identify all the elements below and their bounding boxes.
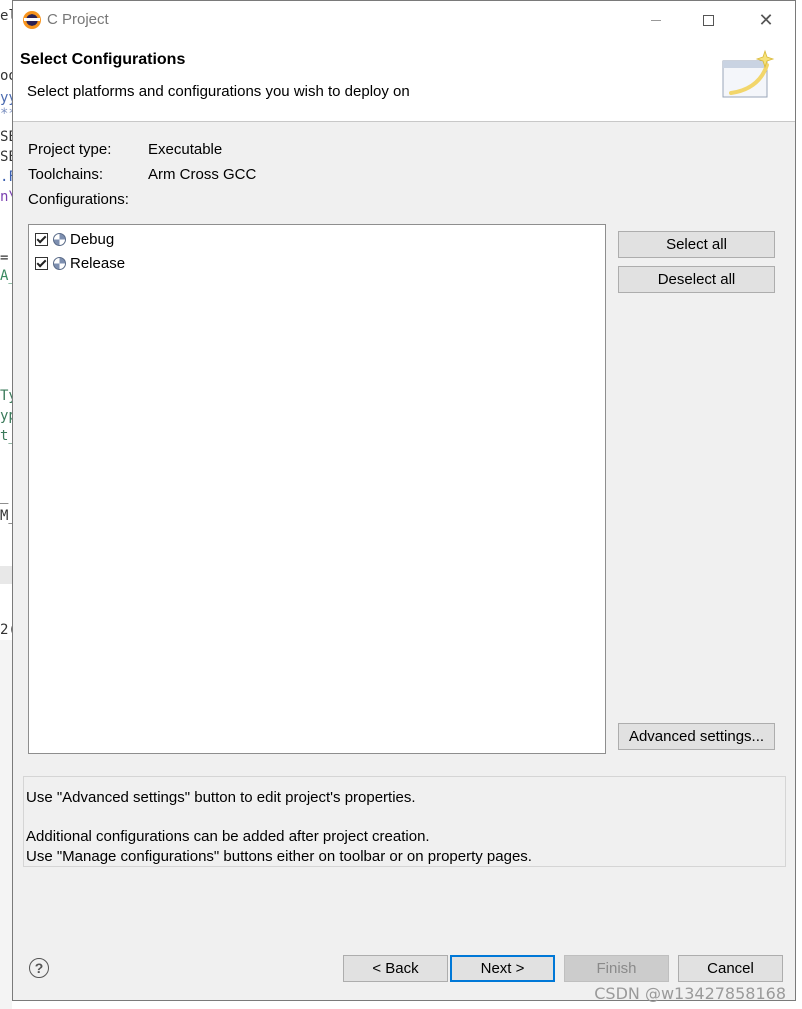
bg-fragment: SE bbox=[0, 149, 12, 165]
maximize-button[interactable] bbox=[685, 5, 731, 35]
bg-fragment: M_ bbox=[0, 508, 12, 524]
bg-fragment: oo bbox=[0, 68, 12, 84]
close-button[interactable]: ✕ bbox=[743, 5, 789, 35]
bg-fragment: ** bbox=[0, 106, 12, 122]
toolchains-label: Toolchains: bbox=[28, 166, 104, 183]
page-description: Select platforms and configurations you … bbox=[27, 83, 410, 100]
page-title: Select Configurations bbox=[20, 51, 186, 68]
configurations-label: Configurations: bbox=[28, 191, 129, 208]
minimize-button[interactable] bbox=[633, 5, 679, 35]
finish-button: Finish bbox=[564, 955, 669, 982]
bg-fragment: = bbox=[0, 250, 9, 266]
debug-checkbox[interactable] bbox=[35, 232, 48, 246]
configurations-list[interactable]: Debug Release bbox=[28, 224, 606, 754]
config-label: Debug bbox=[70, 230, 115, 248]
cancel-button[interactable]: Cancel bbox=[678, 955, 783, 982]
close-icon: ✕ bbox=[758, 10, 774, 30]
wizard-header: Select Configurations Select platforms a… bbox=[13, 39, 795, 122]
bg-fragment: SE bbox=[0, 129, 12, 145]
project-type-label: Project type: bbox=[28, 141, 112, 158]
bg-fragment: t_ bbox=[0, 428, 12, 444]
eclipse-app-icon bbox=[23, 11, 41, 29]
window-title: C Project bbox=[47, 11, 109, 28]
background-editor: el oo yy ** SE SE .F n\ = A_ Ty yp t_ _ … bbox=[0, 0, 12, 1009]
back-button[interactable]: < Back bbox=[343, 955, 448, 982]
title-bar[interactable]: C Project ✕ bbox=[13, 1, 795, 39]
config-item-debug[interactable]: Debug bbox=[35, 228, 114, 250]
c-project-dialog: C Project ✕ Select Configurations Select… bbox=[12, 0, 796, 1001]
bg-fragment: .F bbox=[0, 169, 12, 185]
config-item-release[interactable]: Release bbox=[35, 252, 125, 274]
bg-fragment: Ty bbox=[0, 388, 12, 404]
project-type-value: Executable bbox=[148, 141, 223, 158]
wizard-banner-icon bbox=[722, 49, 775, 98]
bg-fragment: el bbox=[0, 8, 12, 24]
minimize-icon bbox=[651, 19, 661, 21]
select-all-button[interactable]: Select all bbox=[618, 231, 775, 258]
toolchains-value: Arm Cross GCC bbox=[148, 166, 257, 183]
bg-fragment: 2( bbox=[0, 622, 12, 638]
config-label: Release bbox=[70, 254, 126, 272]
bg-fragment: n\ bbox=[0, 189, 12, 205]
wizard-content: Project type: Executable Toolchains: Arm… bbox=[13, 122, 795, 1000]
bg-fragment: _ bbox=[0, 488, 9, 504]
bg-fragment: yp bbox=[0, 408, 12, 424]
info-box: Use "Advanced settings" button to edit p… bbox=[23, 776, 786, 867]
info-line: Additional configurations can be added a… bbox=[26, 828, 430, 845]
configuration-icon bbox=[53, 256, 66, 270]
watermark: CSDN @w13427858168 bbox=[594, 984, 786, 1003]
background-panel-band bbox=[0, 566, 12, 584]
maximize-icon bbox=[702, 14, 714, 26]
configuration-icon bbox=[53, 232, 66, 246]
background-panel-area bbox=[0, 640, 12, 1009]
help-icon[interactable]: ? bbox=[29, 958, 49, 978]
bg-fragment: A_ bbox=[0, 268, 12, 284]
info-line: Use "Manage configurations" buttons eith… bbox=[26, 848, 532, 865]
advanced-settings-button[interactable]: Advanced settings... bbox=[618, 723, 775, 750]
next-button[interactable]: Next > bbox=[450, 955, 555, 982]
info-line: Use "Advanced settings" button to edit p… bbox=[26, 789, 416, 806]
release-checkbox[interactable] bbox=[35, 256, 48, 270]
deselect-all-button[interactable]: Deselect all bbox=[618, 266, 775, 293]
